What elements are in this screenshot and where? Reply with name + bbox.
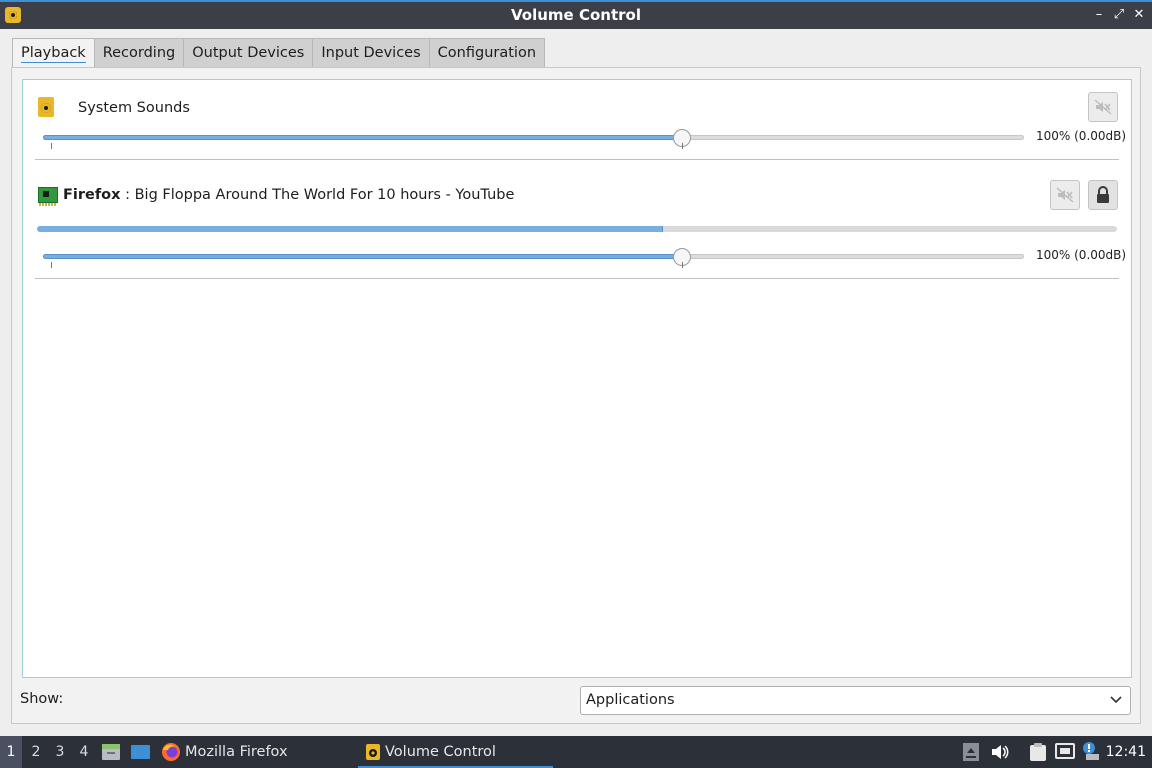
tab-output-devices-label: Output Devices <box>192 45 305 61</box>
firefox-icon <box>162 743 180 761</box>
tab-playback[interactable]: Playback <box>12 38 95 68</box>
tab-playback-label: Playback <box>21 45 86 63</box>
show-desktop-icon[interactable] <box>130 743 151 761</box>
tab-input-devices[interactable]: Input Devices <box>313 38 430 68</box>
network-icon[interactable] <box>1055 743 1075 761</box>
mute-button-system-sounds[interactable] <box>1088 92 1118 122</box>
workspace-3[interactable]: 3 <box>49 736 71 768</box>
level-fill <box>37 226 664 232</box>
slider-tick-100 <box>682 143 683 149</box>
close-button[interactable]: ✕ <box>1130 6 1148 24</box>
peak-level-meter <box>37 226 1117 232</box>
stream-media-title: : Big Floppa Around The World For 10 hou… <box>125 187 515 203</box>
tab-configuration[interactable]: Configuration <box>429 38 546 68</box>
taskbar: 1 2 3 4 Mozilla Firefox Volume Control 1… <box>0 736 1152 768</box>
taskbar-item-volume-control-label: Volume Control <box>385 744 496 760</box>
volume-slider-system-sounds[interactable] <box>43 128 1024 149</box>
slider-tick-100 <box>682 262 683 268</box>
slider-tick-min <box>51 143 52 149</box>
title-bar: Volume Control – ⤢ ✕ <box>0 0 1152 29</box>
tab-bar: Playback Recording Output Devices Input … <box>12 38 546 68</box>
mute-button-firefox[interactable] <box>1050 180 1080 210</box>
stream-separator <box>35 159 1119 160</box>
tab-recording[interactable]: Recording <box>94 38 185 68</box>
tab-input-devices-label: Input Devices <box>321 45 421 61</box>
file-manager-icon[interactable] <box>101 743 121 761</box>
clipboard-icon[interactable] <box>1029 742 1047 762</box>
lock-channels-button[interactable] <box>1088 180 1118 210</box>
workspace-2[interactable]: 2 <box>25 736 47 768</box>
show-filter-select[interactable]: Applications <box>580 686 1131 715</box>
tray-expand-icon[interactable] <box>963 743 979 761</box>
tab-configuration-label: Configuration <box>437 45 537 61</box>
stream-title-system-sounds: System Sounds <box>78 100 190 116</box>
volume-slider-firefox[interactable] <box>43 247 1024 268</box>
taskbar-item-firefox[interactable]: Mozilla Firefox <box>185 736 288 768</box>
minimize-button[interactable]: – <box>1090 6 1108 24</box>
stream-separator <box>35 278 1119 279</box>
muted-speaker-icon <box>1056 187 1074 203</box>
playback-panel: System Sounds 100% (0.00dB) Firefox : Bi… <box>11 67 1141 724</box>
speaker-icon <box>38 97 54 117</box>
volume-control-icon <box>366 744 380 760</box>
workspace-1[interactable]: 1 <box>0 736 22 768</box>
workspace-4[interactable]: 4 <box>73 736 95 768</box>
stream-title-firefox: Firefox : Big Floppa Around The World Fo… <box>63 187 514 203</box>
notification-icon[interactable] <box>1081 741 1101 761</box>
slider-fill <box>43 135 682 140</box>
show-label: Show: <box>20 691 64 707</box>
tab-output-devices[interactable]: Output Devices <box>184 38 314 68</box>
tab-recording-label: Recording <box>102 45 176 61</box>
lock-icon <box>1097 186 1109 203</box>
stream-app-name: Firefox <box>63 187 121 203</box>
slider-fill <box>43 254 682 259</box>
window-title: Volume Control <box>511 6 641 24</box>
volume-label-system-sounds: 100% (0.00dB) <box>1036 129 1127 143</box>
slider-tick-min <box>51 262 52 268</box>
volume-label-firefox: 100% (0.00dB) <box>1036 248 1127 262</box>
maximize-button[interactable]: ⤢ <box>1110 6 1128 24</box>
stream-list[interactable]: System Sounds 100% (0.00dB) Firefox : Bi… <box>22 79 1132 678</box>
show-filter-value: Applications <box>586 692 675 708</box>
chevron-down-icon <box>1110 696 1122 704</box>
sound-card-icon <box>38 187 58 206</box>
volume-control-window: Playback Recording Output Devices Input … <box>0 29 1152 736</box>
muted-speaker-icon <box>1094 99 1112 115</box>
volume-tray-icon[interactable] <box>991 743 1009 761</box>
clock[interactable]: 12:41 <box>1106 736 1146 768</box>
taskbar-item-volume-control[interactable]: Volume Control <box>358 736 553 768</box>
